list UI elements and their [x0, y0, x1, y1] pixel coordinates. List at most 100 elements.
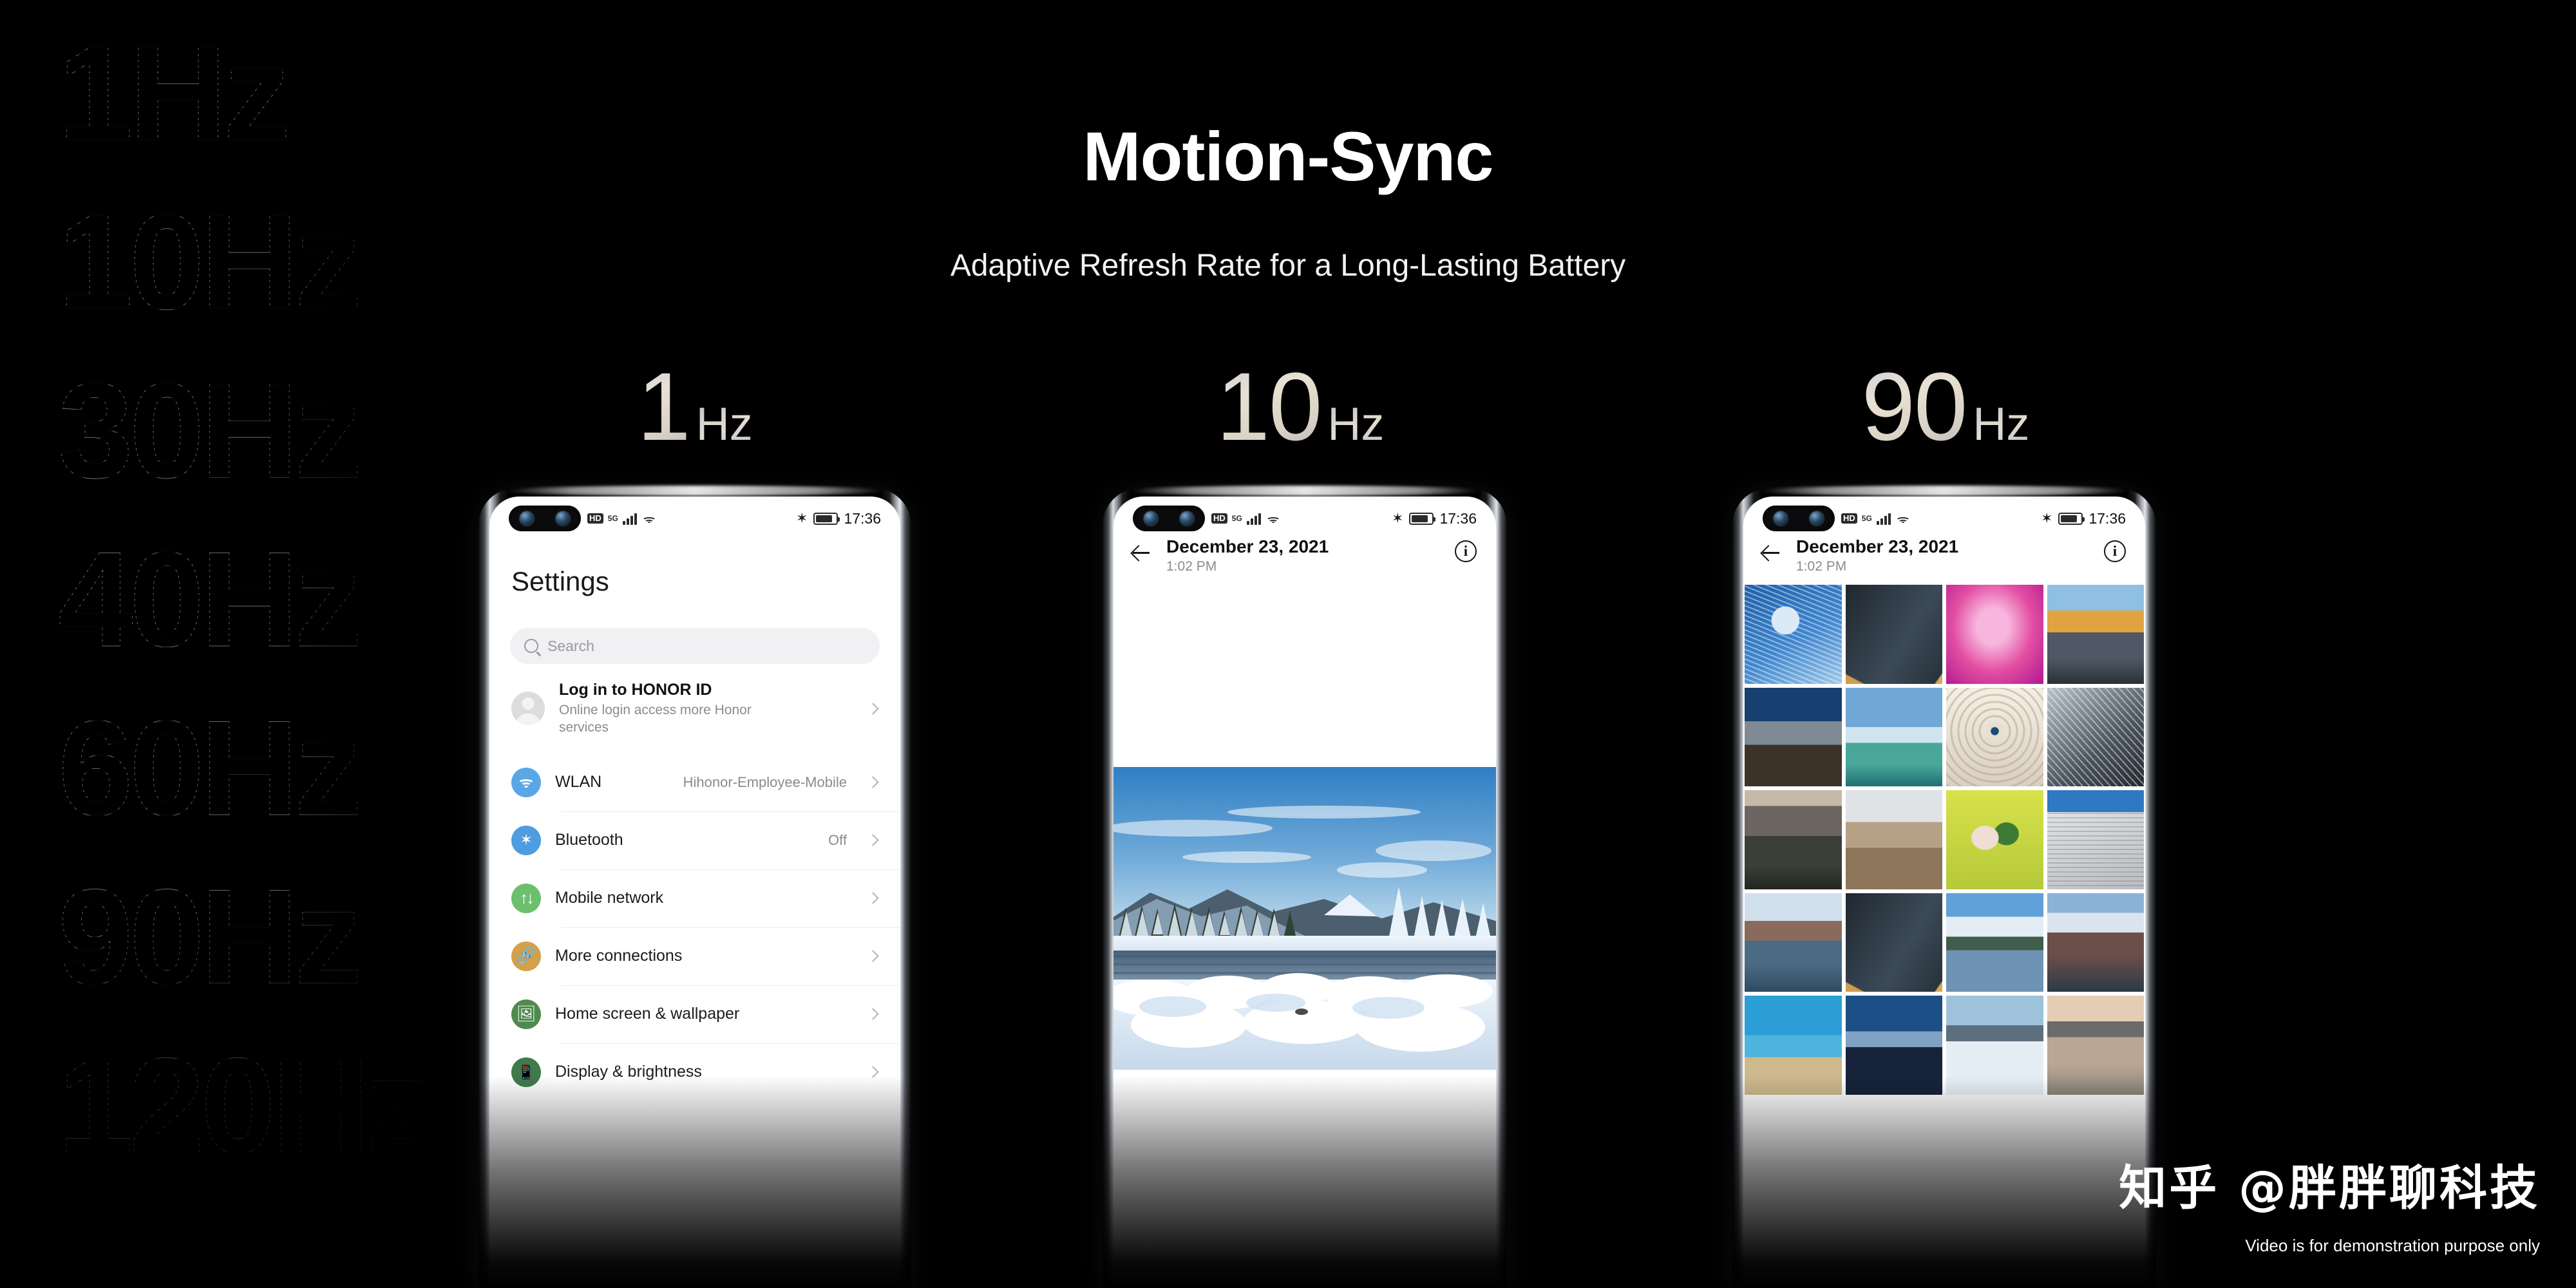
page-title: Motion-Sync — [1083, 117, 1494, 195]
gallery-thumbnail[interactable] — [1946, 687, 2043, 786]
clock-label: 17:36 — [2088, 509, 2126, 527]
gallery-thumbnail[interactable] — [1845, 790, 1942, 889]
gallery-thumbnail[interactable] — [1845, 996, 1942, 1095]
gallery-thumbnail[interactable] — [1745, 585, 1842, 684]
hd-badge: HD — [1841, 513, 1857, 524]
wifi-icon — [641, 512, 657, 525]
status-bar-right-icons: ✶ 17:36 — [2041, 510, 2126, 527]
disclaimer-text: Video is for demonstration purpose only — [2245, 1236, 2540, 1255]
settings-row-label: Bluetooth — [555, 831, 623, 849]
camera-lens-icon — [1810, 511, 1824, 526]
camera-lens-icon — [556, 511, 570, 526]
camera-lens-icon — [520, 511, 534, 526]
decorative-rate-ghost: 40Hz — [58, 524, 363, 675]
decorative-rate-row: 120Hz 120Hz — [58, 1030, 470, 1193]
link-icon: 🔗 — [511, 941, 541, 971]
dual-camera-notch — [509, 506, 581, 531]
phone-settings: HD 5G ✶ 17:36 Settings Search Log in to … — [478, 486, 911, 1288]
search-input[interactable]: Search — [510, 628, 880, 664]
honor-id-login-row[interactable]: Log in to HONOR ID Online login access m… — [489, 664, 900, 753]
chevron-right-icon — [867, 776, 879, 788]
camera-lens-icon — [1774, 511, 1788, 526]
image-icon: 🖼 — [511, 999, 541, 1029]
rate-number: 90 — [1861, 352, 1968, 460]
page-subtitle: Adaptive Refresh Rate for a Long-Lasting… — [950, 249, 1626, 283]
settings-row-mobile-network[interactable]: ↑↓ Mobile network — [489, 869, 900, 927]
gallery-thumbnail[interactable] — [2047, 996, 2144, 1095]
gallery-thumbnail[interactable] — [1845, 687, 1942, 786]
frame-glare — [504, 486, 886, 496]
settings-row-bluetooth[interactable]: ✶ Bluetooth Off — [489, 811, 900, 869]
settings-row-label: Mobile network — [555, 889, 664, 907]
back-arrow-icon[interactable] — [1130, 542, 1152, 564]
gallery-thumbnail[interactable] — [1946, 996, 2043, 1095]
battery-icon — [813, 512, 840, 525]
settings-row-label: Display & brightness — [555, 1063, 702, 1081]
photo-viewer[interactable] — [1113, 767, 1496, 1070]
gallery-thumbnail[interactable] — [2047, 687, 2144, 786]
gallery-meta: December 23, 2021 1:02 PM — [1796, 536, 2090, 574]
honor-id-text: Log in to HONOR ID Online login access m… — [559, 681, 855, 737]
decorative-rate-ghost: 120Hz — [58, 1030, 434, 1181]
status-bar: HD 5G ✶ 17:36 — [1113, 497, 1496, 531]
settings-row-home-screen[interactable]: 🖼 Home screen & wallpaper — [489, 985, 900, 1043]
gallery-thumbnail[interactable] — [1745, 790, 1842, 889]
signal-bars-icon — [622, 512, 637, 525]
clock-label: 17:36 — [844, 509, 881, 527]
wifi-icon — [511, 767, 541, 797]
decorative-rate-row: 60Hz 60Hz — [58, 694, 470, 855]
phone-gallery-grid: HD 5G ✶ 17:36 December 23, 2021 1:02 PM — [1732, 486, 2156, 1288]
photo-time: 1:02 PM — [1166, 559, 1217, 574]
decorative-refresh-rate-stack: 1Hz 1Hz 10Hz 10Hz 30Hz 30Hz 40Hz 40Hz 60Hz 60… — [58, 19, 470, 1243]
gallery-thumbnail[interactable] — [1946, 790, 2043, 889]
gallery-thumbnail[interactable] — [2047, 585, 2144, 684]
gallery-thumbnail[interactable] — [1745, 687, 1842, 786]
decorative-rate-ghost: 60Hz — [58, 692, 363, 844]
gallery-thumbnail[interactable] — [2047, 790, 2144, 889]
gallery-thumbnail[interactable] — [1946, 585, 2043, 684]
rate-unit: Hz — [1327, 399, 1385, 450]
bluetooth-icon: ✶ — [796, 510, 808, 526]
decorative-rate-row: 90Hz 90Hz — [58, 861, 470, 1024]
decorative-rate-label: 120Hz — [58, 1030, 434, 1181]
gallery-thumbnail[interactable] — [1745, 893, 1842, 992]
gallery-thumbnail[interactable] — [1946, 893, 2043, 992]
gallery-thumbnail[interactable] — [1845, 893, 1942, 992]
photo-meta: December 23, 2021 1:02 PM — [1166, 536, 1441, 574]
settings-row-wlan[interactable]: WLAN Hihonor-Employee-Mobile — [489, 753, 900, 811]
settings-row-display[interactable]: 📱 Display & brightness — [489, 1043, 900, 1101]
settings-row-more-connections[interactable]: 🔗 More connections — [489, 927, 900, 985]
decorative-rate-ghost: 90Hz — [58, 861, 363, 1012]
info-icon[interactable]: i — [2104, 540, 2126, 562]
frame-glare — [1128, 486, 1481, 496]
scanline-overlay — [58, 19, 470, 1243]
search-icon — [524, 639, 538, 653]
avatar-icon — [511, 692, 545, 726]
status-bar-left-icons: HD 5G — [587, 512, 657, 525]
decorative-rate-label: 40Hz — [58, 524, 363, 675]
gallery-thumbnail[interactable] — [1745, 996, 1842, 1095]
gallery-thumbnail[interactable] — [1845, 585, 1942, 684]
rate-label-90hz: 90 Hz — [1720, 351, 2171, 462]
info-icon[interactable]: i — [1455, 540, 1477, 562]
rate-label-10hz: 10 Hz — [1075, 351, 1526, 462]
phone-screen: HD 5G ✶ 17:36 Settings Search Log in to … — [489, 497, 900, 1288]
rate-number: 1 — [637, 352, 690, 460]
honor-id-subtitle: Online login access more Honor services — [559, 703, 752, 735]
frame-glare — [1758, 486, 2130, 496]
wifi-icon — [1265, 512, 1281, 525]
bluetooth-icon: ✶ — [2041, 510, 2053, 526]
clock-label: 17:36 — [1439, 509, 1477, 527]
back-arrow-icon[interactable] — [1760, 542, 1782, 564]
gallery-thumbnail[interactable] — [2047, 893, 2144, 992]
chevron-right-icon — [867, 834, 879, 846]
hd-badge: HD — [1211, 513, 1227, 524]
photo-detail-header: December 23, 2021 1:02 PM i — [1113, 531, 1496, 585]
dual-camera-notch — [1763, 506, 1835, 531]
status-bar: HD 5G ✶ 17:36 — [489, 497, 900, 531]
bluetooth-icon: ✶ — [511, 825, 541, 855]
status-bar-right-icons: ✶ 17:36 — [796, 510, 881, 527]
camera-lens-icon — [1144, 511, 1158, 526]
chevron-right-icon — [867, 1066, 879, 1078]
chevron-right-icon — [867, 1008, 879, 1020]
